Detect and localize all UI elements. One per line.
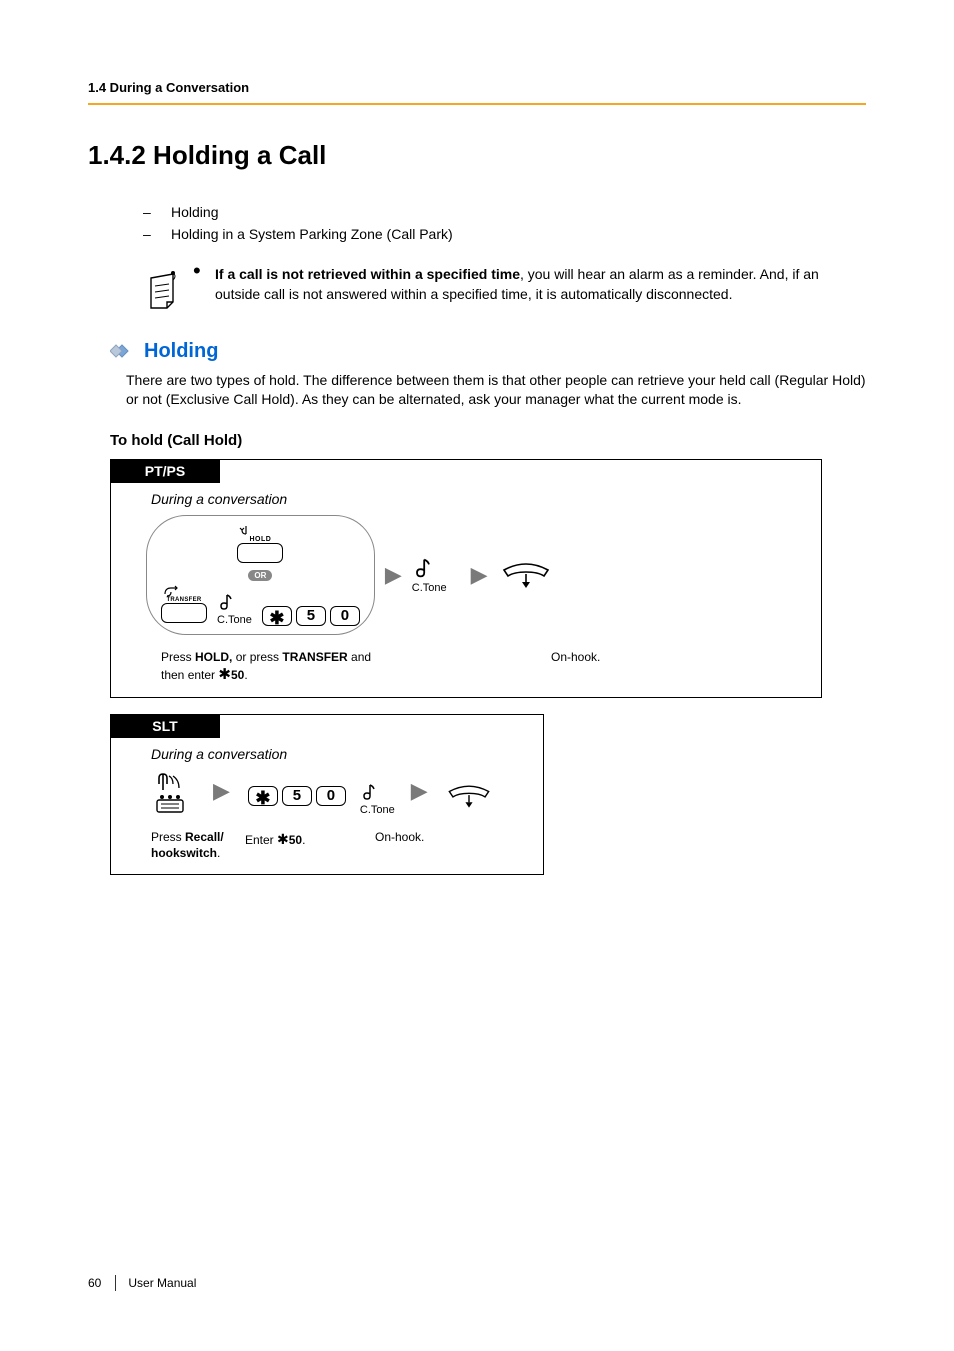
slt-during: During a conversation	[151, 746, 543, 762]
arrow-icon: ▶	[385, 562, 402, 588]
key-sequence: ✱ 5 0	[262, 606, 360, 626]
ptps-instruction-onhook: On-hook.	[551, 649, 600, 685]
ptps-flow-box: PT/PS During a conversation HOLD OR TRAN…	[110, 459, 822, 698]
onhook-icon	[498, 560, 554, 590]
slt-tab: SLT	[110, 714, 220, 738]
page-title: 1.4.2 Holding a Call	[88, 140, 866, 171]
ptps-choice-group: HOLD OR TRANSFER C.Tone ✱	[146, 515, 375, 635]
arrow-icon: ▶	[213, 778, 230, 804]
or-pill: OR	[248, 570, 272, 581]
recall-hookswitch-icon	[151, 770, 195, 816]
topic-list: –Holding –Holding in a System Parking Zo…	[143, 201, 866, 246]
ctone-icon: C.Tone	[412, 556, 447, 594]
section-holding-title: Holding	[144, 340, 218, 363]
note-text: If a call is not retrieved within a spec…	[215, 264, 865, 305]
note-icon	[143, 264, 193, 312]
diamond-icon	[110, 342, 134, 360]
slt-instr-onhook: On-hook.	[375, 830, 424, 861]
note-block: • If a call is not retrieved within a sp…	[143, 264, 866, 312]
list-item: Holding	[171, 204, 218, 220]
arrow-icon: ▶	[471, 562, 488, 588]
to-hold-label: To hold (Call Hold)	[110, 432, 866, 449]
ctone-icon: C.Tone	[360, 782, 395, 816]
ptps-instruction-1: Press HOLD, or press TRANSFER and then e…	[161, 649, 381, 685]
ptps-during: During a conversation	[151, 491, 821, 507]
onhook-icon	[444, 782, 494, 810]
page-number: 60	[88, 1276, 101, 1290]
slt-instr-1: Press Recall/ hookswitch.	[151, 830, 245, 861]
holding-description: There are two types of hold. The differe…	[126, 371, 866, 410]
ctone-icon: C.Tone	[217, 592, 252, 626]
transfer-button-diagram: TRANSFER	[161, 585, 207, 626]
footer-manual: User Manual	[128, 1276, 196, 1290]
list-item: Holding in a System Parking Zone (Call P…	[171, 226, 453, 242]
slt-flow-box: SLT During a conversation ▶ ✱ 5 0	[110, 714, 544, 874]
arrow-icon: ▶	[411, 778, 428, 804]
hold-button-diagram: HOLD	[237, 524, 283, 566]
slt-instr-2: Enter ✱50.	[245, 830, 375, 861]
key-sequence: ✱ 5 0	[248, 786, 346, 806]
header-section: 1.4 During a Conversation	[88, 80, 866, 95]
footer: 60 User Manual	[88, 1275, 196, 1291]
ptps-tab: PT/PS	[110, 459, 220, 483]
header-rule	[88, 103, 866, 105]
